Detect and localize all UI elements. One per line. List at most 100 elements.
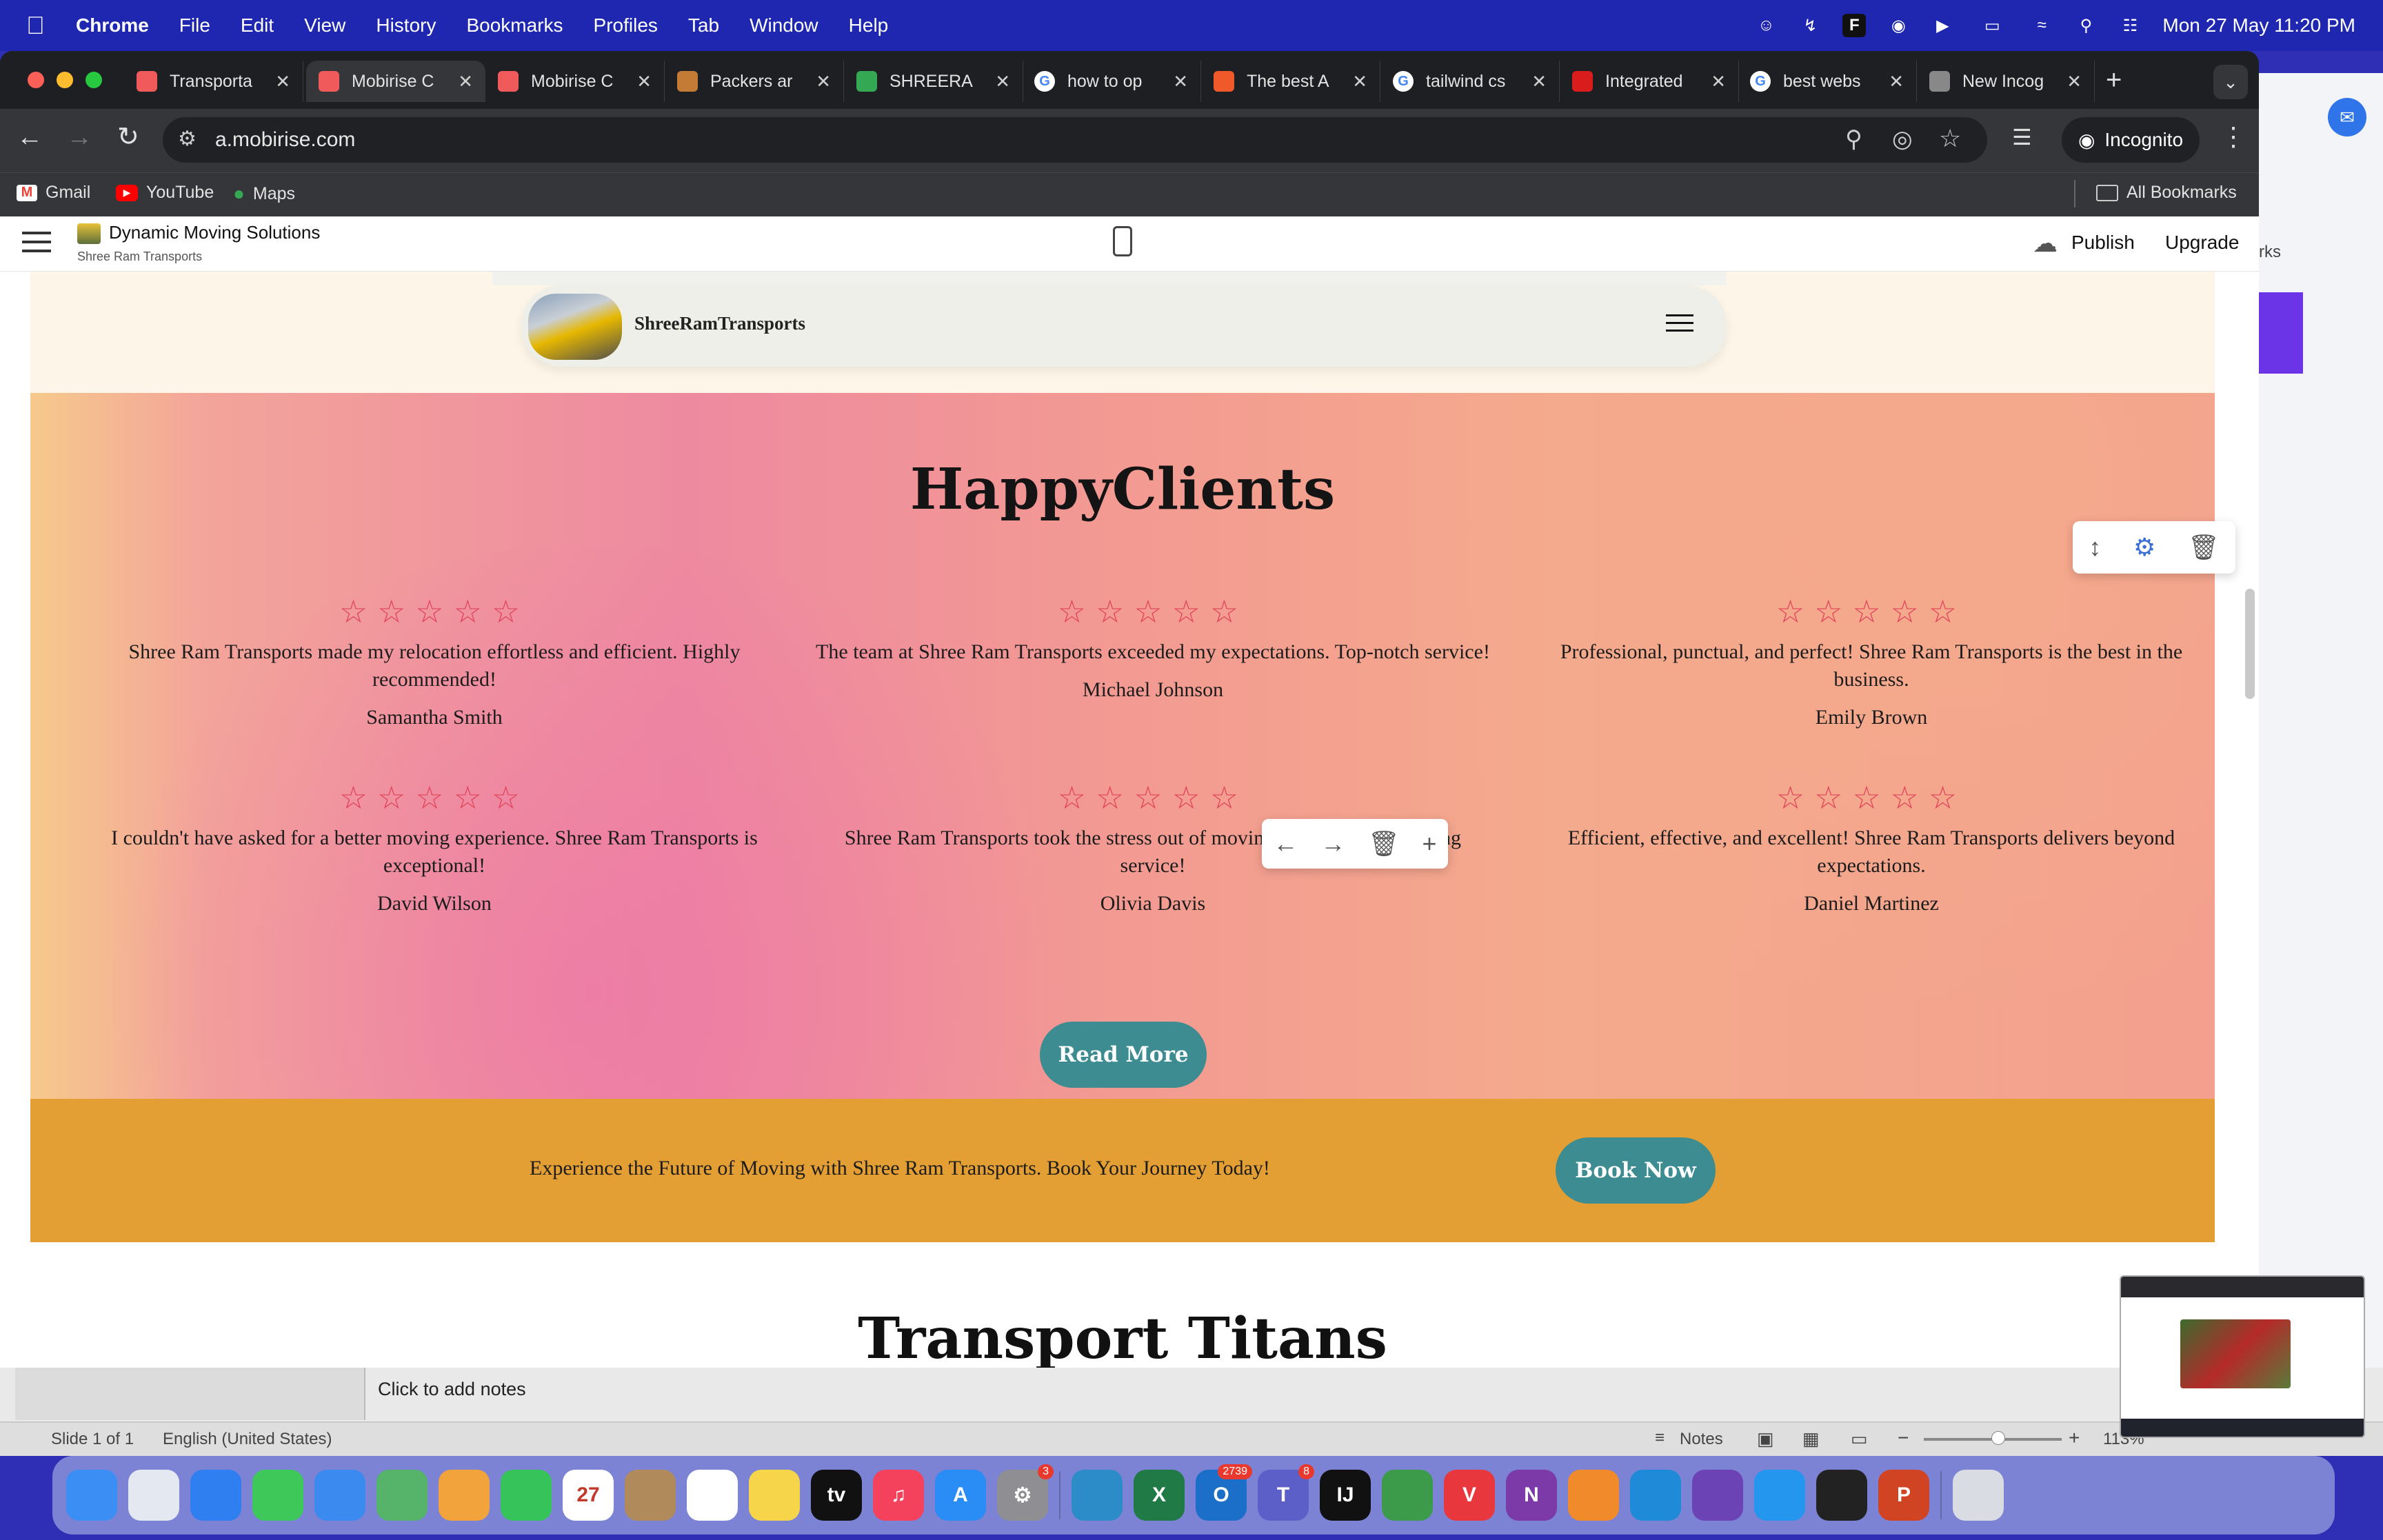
bookmark-gmail[interactable]: M Gmail <box>17 183 90 203</box>
window-preview-thumbnail[interactable] <box>2120 1275 2365 1438</box>
battery-icon[interactable]: ▭ <box>1975 14 2009 37</box>
system-settings-icon[interactable]: ⚙ 3 <box>997 1464 1054 1521</box>
close-tab-icon[interactable]: ✕ <box>2067 71 2082 92</box>
site-settings-icon[interactable]: ⚙ <box>178 127 197 151</box>
tv-icon[interactable]: tv <box>811 1470 862 1521</box>
accessibility-icon[interactable]: ☺ <box>1754 14 1778 37</box>
trash-icon[interactable] <box>1953 1470 2004 1521</box>
chrome-icon[interactable] <box>1382 1470 1433 1521</box>
maps-icon[interactable] <box>376 1470 428 1521</box>
presenter-view-icon[interactable]: ▭ <box>1851 1428 1868 1450</box>
close-tab-icon[interactable]: ✕ <box>1711 71 1726 92</box>
bookmark-maps[interactable]: ● Maps <box>233 183 295 205</box>
section-settings-gear-icon[interactable]: ⚙ <box>2133 533 2155 562</box>
review-card[interactable]: ☆☆☆☆☆ I couldn't have asked for a better… <box>97 779 772 915</box>
zoom-out-icon[interactable]: − <box>1898 1427 1909 1449</box>
browser-tab[interactable]: Mobirise C ✕ <box>306 61 485 102</box>
project-thumbnail[interactable] <box>77 223 101 244</box>
docker-icon[interactable] <box>1754 1470 1805 1521</box>
url-text[interactable]: a.mobirise.com <box>215 128 355 152</box>
mobile-view-icon[interactable] <box>1113 226 1132 256</box>
photos-icon[interactable] <box>439 1470 490 1521</box>
notes-toggle-icon[interactable]: ≡ <box>1655 1428 1665 1448</box>
browser-tab[interactable]: New Incog ✕ <box>1917 61 2095 102</box>
review-card[interactable]: ☆☆☆☆☆ Shree Ram Transports made my reloc… <box>97 593 772 729</box>
close-tab-icon[interactable]: ✕ <box>275 71 290 92</box>
project-title[interactable]: Dynamic Moving Solutions <box>109 222 320 243</box>
menu-clock[interactable]: Mon 27 May 11:20 PM <box>2162 14 2355 37</box>
bookmark-star-icon[interactable]: ☆ <box>1939 124 1961 153</box>
zoom-in-icon[interactable]: + <box>2069 1427 2080 1449</box>
menu-file[interactable]: File <box>179 14 210 37</box>
menu-app-name[interactable]: Chrome <box>76 14 149 37</box>
notes-toggle-label[interactable]: Notes <box>1680 1430 1723 1449</box>
tracking-protection-eye-icon[interactable]: ◎ <box>1892 125 1913 153</box>
language-indicator[interactable]: English (United States) <box>163 1430 332 1449</box>
browser-tab[interactable]: Gtailwind cs ✕ <box>1380 61 1560 102</box>
browser-tab[interactable]: Transporta ✕ <box>124 61 303 102</box>
browser-tab[interactable]: Gbest webs ✕ <box>1738 61 1917 102</box>
mail-icon[interactable] <box>314 1470 365 1521</box>
facetime-icon[interactable] <box>501 1470 552 1521</box>
notes-icon[interactable] <box>749 1470 800 1521</box>
review-card[interactable]: ☆☆☆☆☆ Professional, punctual, and perfec… <box>1534 593 2209 729</box>
finder-icon[interactable] <box>66 1470 117 1521</box>
tab-search-icon[interactable]: ⌄ <box>2213 65 2248 99</box>
pages-icon[interactable] <box>1568 1470 1619 1521</box>
browser-tab[interactable]: Ghow to op ✕ <box>1022 61 1201 102</box>
review-card[interactable]: ☆☆☆☆☆ The team at Shree Ram Transports e… <box>815 593 1491 702</box>
contacts-icon[interactable] <box>625 1470 676 1521</box>
menu-bookmarks[interactable]: Bookmarks <box>466 14 563 37</box>
browser-tab[interactable]: Integrated ✕ <box>1560 61 1739 102</box>
notification-icon[interactable]: ✉ <box>2328 98 2366 136</box>
hamburger-menu-icon[interactable] <box>22 232 51 256</box>
bookmark-youtube[interactable]: ▶ YouTube <box>116 183 214 203</box>
reload-icon[interactable]: ↻ <box>117 121 139 152</box>
incognito-indicator[interactable]: ◉ Incognito <box>2062 117 2200 163</box>
outlook-icon[interactable]: O 2739 <box>1196 1464 1252 1521</box>
terminal-icon[interactable] <box>1816 1470 1867 1521</box>
add-plus-icon[interactable]: + <box>1422 829 1437 858</box>
play-icon[interactable]: ▶ <box>1931 14 1954 37</box>
messages-icon[interactable] <box>252 1470 303 1521</box>
upgrade-button[interactable]: Upgrade <box>2165 232 2239 254</box>
close-tab-icon[interactable]: ✕ <box>995 71 1010 92</box>
browser-tab[interactable]: The best A ✕ <box>1201 61 1380 102</box>
close-tab-icon[interactable]: ✕ <box>1352 71 1367 92</box>
powerpoint-icon[interactable]: P <box>1878 1470 1929 1521</box>
forward-arrow-icon[interactable]: → <box>66 123 92 152</box>
slide-sorter-icon[interactable]: ▦ <box>1802 1428 1820 1450</box>
cta-text[interactable]: Experience the Future of Moving with Shr… <box>530 1157 1270 1180</box>
launchpad-icon[interactable] <box>128 1470 179 1521</box>
delete-trash-icon[interactable]: 🗑 <box>1368 829 1400 858</box>
music-icon[interactable]: ♫ <box>873 1470 924 1521</box>
teams-icon[interactable]: T8 <box>1258 1464 1314 1521</box>
menu-view[interactable]: View <box>304 14 345 37</box>
zoom-slider[interactable] <box>1924 1431 2062 1445</box>
close-tab-icon[interactable]: ✕ <box>458 71 473 92</box>
notes-placeholder[interactable]: Click to add notes <box>378 1379 526 1400</box>
address-bar[interactable]: ⚙ a.mobirise.com ⚲ ◎ ☆ <box>163 117 1987 163</box>
menu-edit[interactable]: Edit <box>241 14 274 37</box>
site-hamburger-icon[interactable] <box>1666 314 1693 336</box>
close-tab-icon[interactable]: ✕ <box>1173 71 1188 92</box>
github-desktop-icon[interactable] <box>1692 1470 1743 1521</box>
all-bookmarks[interactable]: All Bookmarks <box>2096 183 2237 203</box>
review-card[interactable]: ☆☆☆☆☆ Efficient, effective, and excellen… <box>1534 779 2209 915</box>
publish-button[interactable]: Publish <box>2071 232 2135 254</box>
app-store-icon[interactable]: A <box>935 1470 986 1521</box>
normal-view-icon[interactable]: ▣ <box>1757 1428 1774 1450</box>
intellij-icon[interactable]: IJ <box>1320 1470 1371 1521</box>
onenote-icon[interactable]: N <box>1506 1470 1557 1521</box>
move-right-arrow-icon[interactable]: → <box>1320 829 1345 858</box>
sourcetree-icon[interactable] <box>1072 1470 1123 1521</box>
menu-window[interactable]: Window <box>750 14 818 37</box>
wifi-icon[interactable]: ≈ <box>2030 14 2053 37</box>
browser-tab[interactable]: Packers ar ✕ <box>665 61 844 102</box>
no-wifi-icon[interactable]: ↯ <box>1798 14 1822 37</box>
menu-tab[interactable]: Tab <box>688 14 719 37</box>
browser-tab[interactable]: Mobirise C ✕ <box>485 61 665 102</box>
calendar-icon[interactable]: 27 <box>563 1470 614 1521</box>
apple-menu-icon[interactable]:  <box>26 11 46 40</box>
excel-icon[interactable]: X <box>1134 1470 1185 1521</box>
